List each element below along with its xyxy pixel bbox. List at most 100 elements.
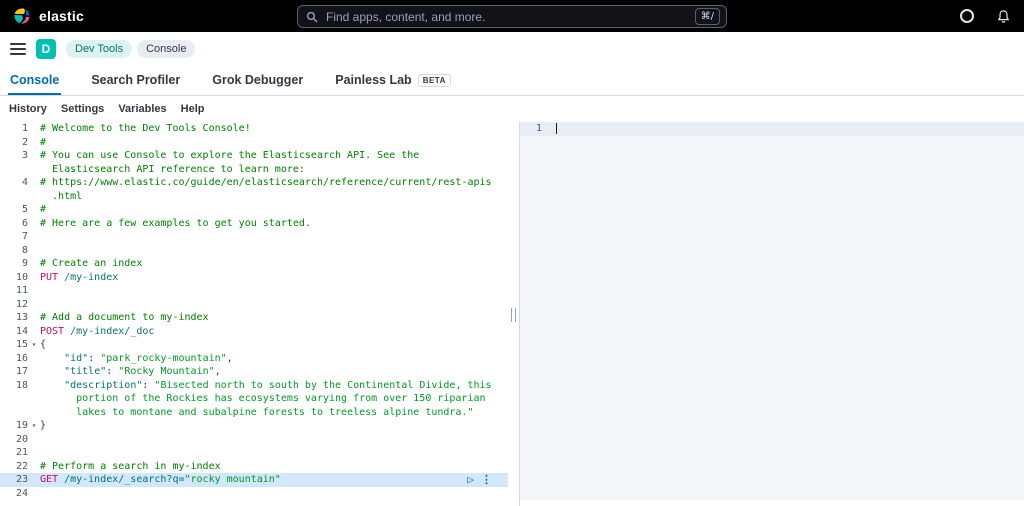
- code-line[interactable]: 4 # https://www.elastic.co/guide/en/elast…: [0, 176, 508, 190]
- code-line[interactable]: .html: [0, 190, 508, 204]
- pane-resize-handle[interactable]: [508, 122, 520, 506]
- fold-gutter: [28, 379, 40, 393]
- global-search-input[interactable]: [324, 8, 689, 25]
- code-line[interactable]: 14 POST /my-index/_doc: [0, 325, 508, 339]
- code-line[interactable]: 11: [0, 284, 508, 298]
- elastic-home-link[interactable]: elastic: [12, 6, 84, 26]
- breadcrumb-console[interactable]: Console: [137, 40, 196, 58]
- tab-painless-lab[interactable]: Painless Lab BETA: [333, 67, 453, 95]
- code-text: # You can use Console to explore the Ela…: [40, 150, 420, 161]
- code-line[interactable]: 21: [0, 446, 508, 460]
- code-line[interactable]: 8: [0, 244, 508, 258]
- fold-toggle-icon[interactable]: ▾: [28, 419, 40, 433]
- breadcrumb-dev-tools[interactable]: Dev Tools: [66, 40, 133, 58]
- code-text: lakes to montane and subalpine forests t…: [40, 406, 474, 418]
- code-line[interactable]: portion of the Rockies has ecosystems va…: [0, 392, 508, 406]
- fold-gutter: [28, 136, 40, 150]
- line-number: [0, 392, 28, 406]
- line-number: [0, 190, 28, 204]
- request-options-button[interactable]: ⋮: [481, 473, 492, 487]
- code-line[interactable]: 19 ▾}: [0, 419, 508, 433]
- code-text: .html: [40, 190, 83, 202]
- code-line[interactable]: lakes to montane and subalpine forests t…: [0, 406, 508, 420]
- fold-gutter: [28, 203, 40, 217]
- fold-toggle-icon[interactable]: ▾: [28, 338, 40, 352]
- search-icon: [306, 11, 318, 23]
- menu-item-history[interactable]: History: [9, 103, 47, 115]
- fold-gutter: [28, 473, 40, 487]
- fold-gutter: [28, 244, 40, 258]
- output-line-number: 1: [535, 123, 542, 134]
- fold-gutter: [28, 190, 40, 204]
- tab-grok-debugger[interactable]: Grok Debugger: [210, 67, 305, 95]
- code-text: PUT /my-index: [40, 271, 119, 283]
- notifications-bell-icon[interactable]: [994, 7, 1012, 25]
- code-line[interactable]: 9 # Create an index: [0, 257, 508, 271]
- line-number: 16: [15, 352, 28, 364]
- code-line[interactable]: 20: [0, 433, 508, 447]
- line-number: 8: [21, 244, 28, 256]
- code-line[interactable]: 23 GET /my-index/_search?q="rocky mountai…: [0, 473, 508, 487]
- line-number: 5: [21, 204, 28, 215]
- line-number: 3: [21, 150, 28, 161]
- console-input-editor[interactable]: 1 # Welcome to the Dev Tools Console! 2 #3 #…: [0, 122, 508, 506]
- fold-gutter: [28, 311, 40, 325]
- code-text: # Here are a few examples to get you sta…: [40, 217, 311, 229]
- console-editor: 1 # Welcome to the Dev Tools Console! 2 #3 #…: [0, 122, 1024, 506]
- code-line[interactable]: 24: [0, 487, 508, 501]
- menu-item-variables[interactable]: Variables: [118, 103, 166, 115]
- code-line[interactable]: Elasticsearch API reference to learn mor…: [0, 163, 508, 177]
- fold-gutter: [28, 325, 40, 339]
- tab-search-profiler[interactable]: Search Profiler: [89, 67, 182, 95]
- global-header: elastic ⌘/: [0, 0, 1024, 32]
- guided-setup-icon[interactable]: [958, 7, 976, 25]
- code-line[interactable]: 16 "id": "park_rocky-mountain",: [0, 352, 508, 366]
- code-text: "id": "park_rocky-mountain",: [64, 352, 233, 364]
- menu-hamburger-icon[interactable]: [10, 43, 26, 55]
- line-number: 22: [15, 460, 28, 472]
- code-line[interactable]: 2 #: [0, 136, 508, 150]
- code-line[interactable]: 3 # You can use Console to explore the El…: [0, 149, 508, 163]
- code-line[interactable]: 6 # Here are a few examples to get you st…: [0, 217, 508, 231]
- code-line[interactable]: 12: [0, 298, 508, 312]
- fold-gutter: [28, 176, 40, 190]
- code-line[interactable]: 13 # Add a document to my-index: [0, 311, 508, 325]
- fold-gutter: [28, 487, 40, 501]
- line-number: 15: [15, 339, 28, 350]
- console-output-editor[interactable]: 1: [520, 122, 1024, 506]
- code-line[interactable]: 17 "title": "Rocky Mountain",: [0, 365, 508, 379]
- line-number: 11: [15, 285, 28, 296]
- code-text: # Add a document to my-index: [40, 312, 209, 323]
- code-text: GET /my-index/_search?q="rocky mountain": [40, 474, 281, 485]
- code-text: "description": "Bisected north to south …: [64, 379, 492, 391]
- line-number: 19: [15, 420, 28, 431]
- line-number: [0, 163, 28, 177]
- code-line[interactable]: 10 PUT /my-index: [0, 271, 508, 285]
- fold-gutter: [28, 230, 40, 244]
- code-line[interactable]: 5 #: [0, 203, 508, 217]
- fold-gutter: [28, 257, 40, 271]
- code-text: # https://www.elastic.co/guide/en/elasti…: [40, 177, 492, 188]
- send-request-button[interactable]: ▷: [467, 473, 474, 487]
- breadcrumb: Dev Tools Console: [66, 40, 196, 58]
- line-number: 21: [15, 447, 28, 458]
- menu-item-settings[interactable]: Settings: [61, 103, 104, 115]
- global-search-bar[interactable]: ⌘/: [297, 5, 727, 28]
- code-line[interactable]: 18 "description": "Bisected north to sou…: [0, 379, 508, 393]
- code-line[interactable]: 7: [0, 230, 508, 244]
- menu-item-help[interactable]: Help: [181, 103, 205, 115]
- code-line[interactable]: 22 # Perform a search in my-index: [0, 460, 508, 474]
- console-menu-bar: History Settings Variables Help: [0, 96, 1024, 122]
- tab-console[interactable]: Console: [8, 67, 62, 95]
- code-line[interactable]: 15 ▾{: [0, 338, 508, 352]
- fold-gutter: [28, 446, 40, 460]
- line-number: 9: [21, 258, 28, 269]
- fold-gutter: [28, 406, 40, 420]
- code-line[interactable]: 1 # Welcome to the Dev Tools Console!: [0, 122, 508, 136]
- space-avatar[interactable]: D: [36, 39, 56, 59]
